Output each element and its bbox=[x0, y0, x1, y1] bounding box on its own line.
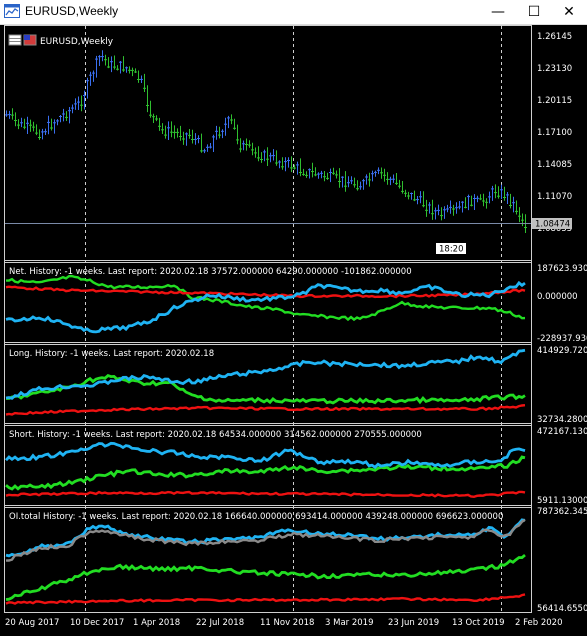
oi-axis-top: 787362.345 bbox=[537, 507, 587, 517]
svg-text:23 Jun 2019: 23 Jun 2019 bbox=[388, 618, 439, 628]
net-axis-top: 187623.930 bbox=[537, 264, 587, 274]
main-price-panel: EURUSD,Weekly 1.26145 1.23130 1.20115 1.… bbox=[5, 32, 572, 255]
short-red-line bbox=[5, 490, 526, 499]
long-axis-top: 414929.720 bbox=[537, 346, 587, 356]
svg-text:1 Apr 2018: 1 Apr 2018 bbox=[133, 618, 180, 628]
short-axis-bottom: 5911.13000 bbox=[537, 496, 587, 506]
chart-window-icon bbox=[4, 4, 20, 18]
oi-total-history-panel: OI.total History: -1 weeks. Last report:… bbox=[5, 507, 587, 614]
short-green-line bbox=[5, 455, 526, 491]
symbol-label: EURUSD,Weekly bbox=[8, 34, 114, 47]
short-blue-line bbox=[4, 441, 526, 469]
price-axis: 1.26145 1.23130 1.20115 1.17100 1.14085 … bbox=[537, 32, 572, 234]
oi-panel-label: OI.total History: -1 weeks. Last report:… bbox=[9, 512, 503, 522]
close-button[interactable]: ✕ bbox=[551, 0, 587, 24]
net-history-panel: Net. History: -1 weeks. Last report: 202… bbox=[5, 264, 587, 344]
short-axis-top: 472167.130 bbox=[537, 427, 587, 437]
time-axis: 20 Aug 2017 10 Dec 2017 1 Apr 2018 22 Ju… bbox=[5, 618, 563, 628]
svg-text:10 Dec 2017: 10 Dec 2017 bbox=[70, 618, 124, 628]
time-marker-text: 18:20 bbox=[439, 245, 464, 255]
short-panel-label: Short. History: -1 weeks. Last report: 2… bbox=[9, 430, 422, 440]
oi-axis-bottom: 56414.6550 bbox=[537, 604, 587, 614]
table-icon bbox=[8, 34, 22, 46]
oi-green-line bbox=[5, 554, 526, 601]
long-axis-bottom: 32734.2800 bbox=[537, 415, 587, 425]
panel-separators bbox=[4, 25, 532, 613]
candles bbox=[5, 50, 527, 233]
period-separators bbox=[85, 26, 502, 612]
svg-text:1.20115: 1.20115 bbox=[537, 96, 572, 106]
long-green-line bbox=[6, 374, 526, 405]
window-title: EURUSD,Weekly bbox=[25, 4, 119, 18]
long-red-line bbox=[5, 404, 526, 416]
svg-text:13 Oct 2019: 13 Oct 2019 bbox=[452, 618, 505, 628]
svg-text:1.14085: 1.14085 bbox=[537, 160, 572, 170]
title-bar: EURUSD,Weekly — ☐ ✕ bbox=[0, 0, 587, 25]
svg-text:2 Feb 2020: 2 Feb 2020 bbox=[515, 618, 563, 628]
svg-text:20 Aug 2017: 20 Aug 2017 bbox=[5, 618, 59, 628]
long-panel-label: Long. History: -1 weeks. Last report: 20… bbox=[9, 349, 214, 359]
net-axis-mid: 0.000000 bbox=[537, 292, 578, 302]
short-history-panel: Short. History: -1 weeks. Last report: 2… bbox=[4, 427, 587, 506]
svg-text:11 Nov 2018: 11 Nov 2018 bbox=[260, 618, 314, 628]
oi-gray-line bbox=[5, 518, 526, 562]
long-history-panel: Long. History: -1 weeks. Last report: 20… bbox=[5, 346, 587, 425]
minimize-button[interactable]: — bbox=[480, 0, 516, 24]
current-price-value: 1.08474 bbox=[535, 220, 570, 230]
svg-text:1.11070: 1.11070 bbox=[537, 192, 572, 202]
svg-text:1.23130: 1.23130 bbox=[537, 64, 572, 74]
svg-text:1.17100: 1.17100 bbox=[537, 128, 572, 138]
chart-canvas[interactable]: EURUSD,Weekly 1.26145 1.23130 1.20115 1.… bbox=[0, 25, 587, 636]
chart-area[interactable]: EURUSD,Weekly 1.26145 1.23130 1.20115 1.… bbox=[0, 25, 587, 636]
svg-text:1.26145: 1.26145 bbox=[537, 32, 572, 42]
oi-red-line bbox=[5, 593, 526, 605]
net-axis-bottom: -228937.930 bbox=[537, 334, 587, 344]
svg-text:3 Mar 2019: 3 Mar 2019 bbox=[325, 618, 373, 628]
symbol-title: EURUSD,Weekly bbox=[40, 37, 114, 47]
svg-text:22 Jul 2018: 22 Jul 2018 bbox=[196, 618, 244, 628]
maximize-button[interactable]: ☐ bbox=[516, 0, 552, 24]
